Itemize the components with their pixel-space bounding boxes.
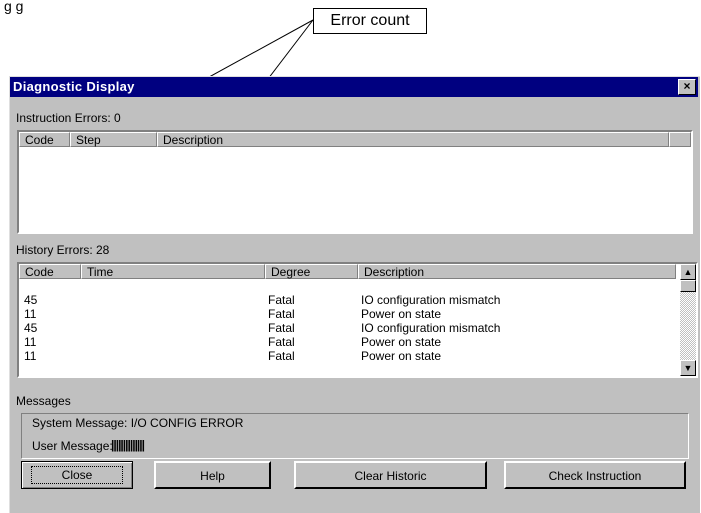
close-button[interactable]: Close [21, 461, 133, 489]
help-button-label: Help [200, 469, 225, 483]
messages-label: Messages [16, 394, 71, 408]
scroll-down-icon[interactable]: ▼ [680, 360, 696, 376]
row-code: 11 [24, 349, 37, 363]
row-description: Power on state [361, 335, 442, 349]
column-header-degree[interactable]: Degree [265, 264, 358, 279]
row-code: 11 [24, 335, 37, 349]
table-row[interactable]: 11 Fatal Power on state [19, 350, 676, 362]
help-button[interactable]: Help [154, 461, 271, 489]
user-message-value: |||||||||||||| [111, 438, 145, 452]
row-code: 45 [24, 293, 38, 307]
system-message: System Message: I/O CONFIG ERROR [32, 416, 244, 430]
column-header-step[interactable]: Step [70, 132, 157, 147]
user-message-label: User Message: [32, 439, 113, 453]
table-row[interactable]: 11 Fatal Power on state [19, 336, 676, 348]
check-instruction-button[interactable]: Check Instruction [504, 461, 686, 489]
scroll-thumb[interactable] [680, 280, 696, 292]
row-description: Power on state [361, 349, 442, 363]
row-degree: Fatal [268, 321, 295, 335]
column-header-time[interactable]: Time [81, 264, 265, 279]
row-description: Power on state [361, 307, 442, 321]
window-title: Diagnostic Display [13, 79, 135, 94]
row-degree: Fatal [268, 335, 295, 349]
column-header-description[interactable]: Description [157, 132, 669, 147]
row-description: IO configuration mismatch [361, 293, 501, 307]
clear-historic-button-label: Clear Historic [354, 469, 427, 483]
close-button-label: Close [30, 466, 124, 484]
row-degree: Fatal [268, 349, 295, 363]
diagnostic-dialog: Diagnostic Display × Instruction Errors:… [9, 76, 700, 513]
history-errors-list[interactable]: Code Time Degree Description 45 Fatal IO… [17, 262, 698, 378]
messages-group: System Message: I/O CONFIG ERROR User Me… [21, 413, 689, 459]
row-code: 11 [24, 307, 37, 321]
check-instruction-button-label: Check Instruction [548, 469, 642, 483]
title-bar: Diagnostic Display × [10, 77, 698, 97]
partial-caption: g g [4, 0, 24, 14]
row-degree: Fatal [268, 307, 295, 321]
table-row[interactable]: 45 Fatal IO configuration mismatch [19, 294, 676, 306]
history-scrollbar[interactable]: ▲ ▼ [680, 264, 696, 376]
history-errors-label: History Errors: 28 [16, 243, 110, 257]
table-row[interactable]: 11 Fatal Power on state [19, 308, 676, 320]
row-degree: Fatal [268, 293, 295, 307]
table-row[interactable]: 45 Fatal IO configuration mismatch [19, 322, 676, 334]
column-header-filler [669, 132, 691, 147]
clear-historic-button[interactable]: Clear Historic [294, 461, 487, 489]
instruction-errors-label: Instruction Errors: 0 [16, 111, 121, 125]
close-icon[interactable]: × [678, 79, 696, 95]
row-code: 45 [24, 321, 38, 335]
instruction-errors-list[interactable]: Code Step Description [17, 130, 693, 234]
column-header-description[interactable]: Description [358, 264, 676, 279]
scroll-up-icon[interactable]: ▲ [680, 264, 696, 280]
column-header-code[interactable]: Code [19, 132, 70, 147]
column-header-code[interactable]: Code [19, 264, 81, 279]
error-count-callout: Error count [313, 8, 427, 34]
row-description: IO configuration mismatch [361, 321, 501, 335]
